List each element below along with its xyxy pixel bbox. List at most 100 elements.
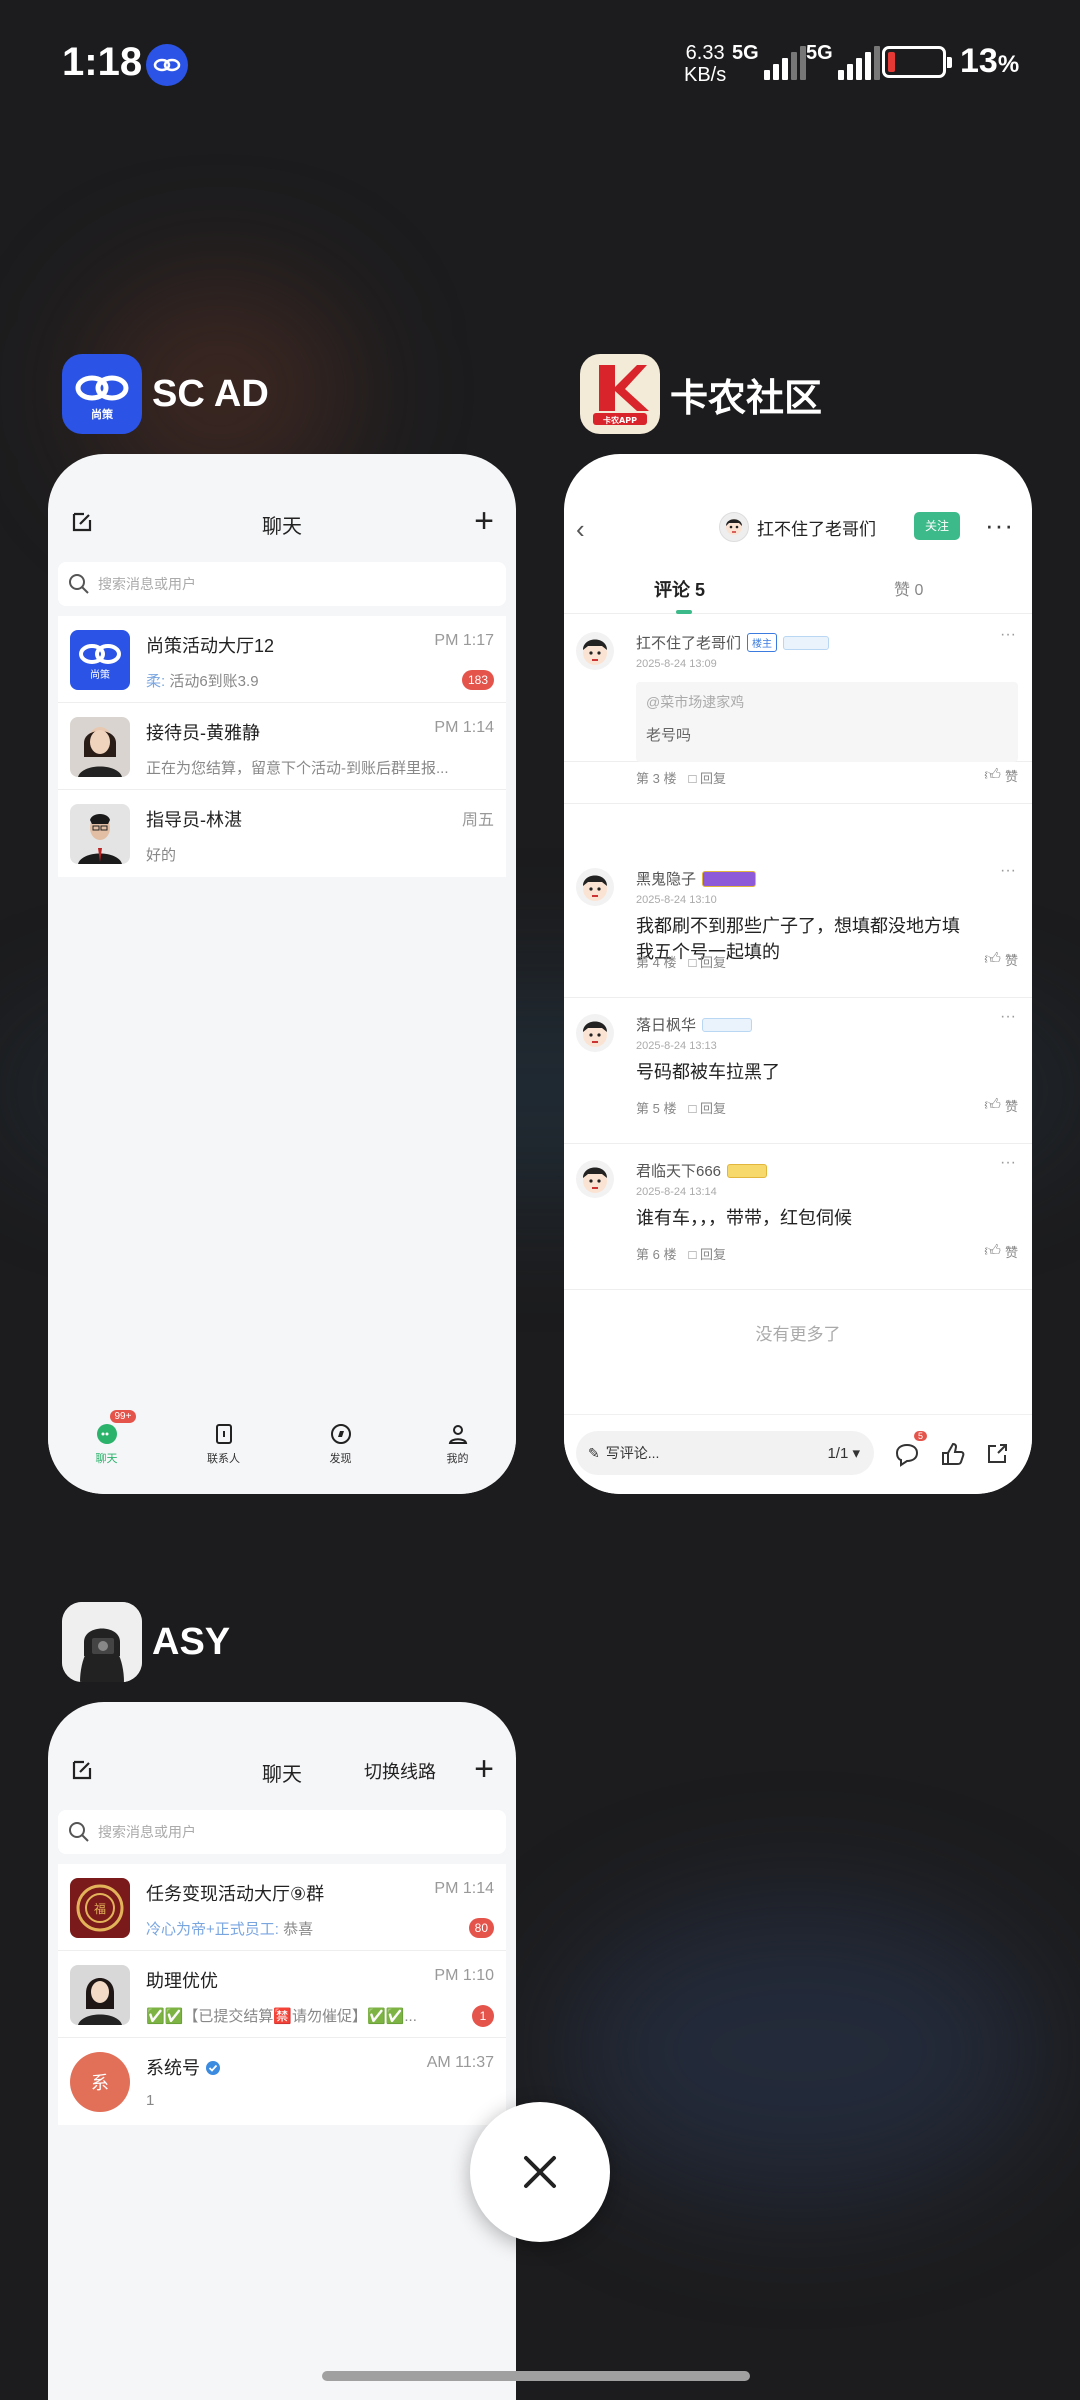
chat-list-item[interactable]: 指导员-林湛 周五 好的 <box>58 790 506 877</box>
back-icon[interactable]: ‹ <box>576 514 585 545</box>
pencil-icon: ✎ <box>588 1444 600 1461</box>
reply-button[interactable]: □ 回复 <box>688 1244 725 1263</box>
preview-sender: 柔: <box>146 673 166 690</box>
comment-date: 2025-8-24 13:14 <box>636 1186 717 1198</box>
sim2-network-type: 5G <box>806 42 833 64</box>
more-icon[interactable]: ··· <box>985 510 1014 541</box>
tab-comments[interactable]: 评论 5 <box>654 576 705 614</box>
signal-icon-sim2: 5G <box>806 42 880 80</box>
app-label-kanong[interactable]: 卡农APP 卡农社区 <box>580 354 822 434</box>
comment-date: 2025-8-24 13:10 <box>636 894 717 906</box>
network-speed-unit: KB/s <box>684 64 727 86</box>
comment-count-badge: 5 <box>914 1431 928 1441</box>
like-button[interactable]: 👍︎ 赞 <box>984 950 1018 969</box>
switch-line-button[interactable]: 切换线路 <box>364 1758 436 1784</box>
tab-contacts[interactable]: 联系人 <box>189 1422 259 1494</box>
comment-floor: 第 6 楼 <box>636 1247 677 1262</box>
author-name: 扛不住了老哥们 <box>757 519 876 539</box>
compass-icon <box>330 1424 351 1444</box>
chat-list-item[interactable]: 尚策 尚策活动大厅12 PM 1:17 柔: 活动6到账3.9 183 <box>58 616 506 703</box>
commenter-avatar <box>576 1014 614 1052</box>
comment-more-icon[interactable]: ··· <box>1000 626 1016 644</box>
write-comment-input[interactable]: ✎ 写评论... 1/1 ▾ <box>576 1431 874 1475</box>
comment-more-icon[interactable]: ··· <box>1000 1008 1016 1026</box>
tab-badge: 99+ <box>109 1410 137 1423</box>
app-card-kanong[interactable]: ‹ 扛不住了老哥们 关注 ··· 评论 5 赞 0 扛不住了老哥们 楼主 2025… <box>564 454 1032 1494</box>
chat-name: 指导员-林湛 <box>146 810 242 830</box>
level-badge <box>783 635 830 650</box>
tab-label: 聊天 <box>95 1453 118 1465</box>
battery-percent-unit: % <box>997 51 1020 78</box>
page-number: 1/1 <box>827 1445 849 1462</box>
app-label-asy[interactable]: ASY <box>62 1602 230 1682</box>
comment-more-icon[interactable]: ··· <box>1000 862 1016 880</box>
chat-preview: ✅✅【已提交结算🈲请勿催促】✅✅... <box>146 2008 417 2025</box>
post-header: ‹ 扛不住了老哥们 关注 ··· <box>564 454 1032 564</box>
search-icon <box>69 574 89 594</box>
chat-time: AM 11:37 <box>426 2054 494 2071</box>
kanong-icon-text: 卡农APP <box>603 415 637 425</box>
svg-text:尚策: 尚策 <box>91 407 114 421</box>
comment-more-icon[interactable]: ··· <box>1000 1154 1016 1172</box>
chat-name: 任务变现活动大厅⑨群 <box>146 1884 325 1904</box>
chat-list-item[interactable]: 福 任务变现活动大厅⑨群 PM 1:14 冷心为帝+正式员工: 恭喜 80 <box>58 1864 506 1951</box>
commenter-name-text: 扛不住了老哥们 <box>636 635 742 652</box>
bottom-tab-bar: 99+ 聊天 联系人 发现 我的 <box>48 1404 516 1494</box>
avatar-initial: 系 <box>91 2073 109 2093</box>
reply-button[interactable]: □ 回复 <box>688 952 725 971</box>
comment-item: 落日枫华 2025-8-24 13:13 ··· 号码都被车拉黑了 第 5 楼 □… <box>564 998 1032 1144</box>
home-indicator[interactable] <box>322 2371 750 2381</box>
like-button[interactable]: 👍︎ 赞 <box>984 1242 1018 1261</box>
chat-name: 系统号 <box>146 2054 221 2080</box>
unread-badge: 183 <box>461 670 494 690</box>
comment-toolbar: ✎ 写评论... 1/1 ▾ 5 <box>564 1414 1032 1494</box>
page-indicator[interactable]: 1/1 ▾ <box>827 1444 860 1462</box>
comment-icon[interactable] <box>894 1441 920 1467</box>
reply-label: 回复 <box>699 1101 726 1116</box>
app-name: 卡农社区 <box>670 377 823 420</box>
profile-icon <box>448 1425 467 1444</box>
chat-preview: 正在为您结算，留意下个活动-到账后群里报... <box>146 760 449 777</box>
app-card-asy[interactable]: 聊天 切换线路 + 搜索消息或用户 福 任务变现活动大厅⑨群 PM 1:14 冷… <box>48 1702 516 2400</box>
like-button[interactable]: 👍︎ 赞 <box>984 1096 1018 1115</box>
svg-text:尚策: 尚策 <box>90 668 110 681</box>
add-icon[interactable]: + <box>474 504 494 538</box>
commenter-name: 落日枫华 <box>636 1014 753 1035</box>
close-all-button[interactable] <box>470 2102 610 2242</box>
post-author[interactable]: 扛不住了老哥们 <box>719 512 876 542</box>
chat-preview: 好的 <box>146 847 177 864</box>
asy-app-icon <box>62 1602 142 1682</box>
chat-icon <box>96 1424 117 1444</box>
chat-list-item[interactable]: 系 系统号 AM 11:37 1 <box>58 2038 506 2125</box>
chat-list-item[interactable]: 接待员-黄雅静 PM 1:14 正在为您结算，留意下个活动-到账后群里报... <box>58 703 506 790</box>
scad-app-icon: 尚策 <box>62 354 142 434</box>
tab-label: 联系人 <box>207 1453 240 1465</box>
chat-time: PM 1:14 <box>434 1880 494 1897</box>
tab-me[interactable]: 我的 <box>423 1422 493 1494</box>
add-icon[interactable]: + <box>474 1752 494 1786</box>
reply-button[interactable]: □ 回复 <box>688 768 725 787</box>
tab-chat[interactable]: 99+ 聊天 <box>72 1410 142 1494</box>
like-button[interactable]: 👍︎ 赞 <box>984 766 1018 785</box>
chat-list-item[interactable]: 助理优优 PM 1:10 ✅✅【已提交结算🈲请勿催促】✅✅... 1 <box>58 1951 506 2038</box>
thumbs-up-icon[interactable] <box>940 1441 966 1467</box>
reply-button[interactable]: □ 回复 <box>688 1098 725 1117</box>
app-label-scad[interactable]: 尚策 SC AD <box>62 354 269 434</box>
tab-discover[interactable]: 发现 <box>306 1422 376 1494</box>
level-badge <box>727 1163 768 1178</box>
comment-meta: 第 3 楼 □ 回复 <box>636 768 726 787</box>
quoted-comment[interactable]: @菜市场逮家鸡 老号吗 <box>636 682 1018 762</box>
follow-button[interactable]: 关注 <box>914 512 960 540</box>
tab-likes[interactable]: 赞 0 <box>894 576 923 600</box>
commenter-avatar <box>576 868 614 906</box>
app-card-scad[interactable]: 聊天 + 搜索消息或用户 尚策 尚策活动大厅12 PM 1:17 柔: 活动6到… <box>48 454 516 1494</box>
search-input[interactable]: 搜索消息或用户 <box>58 562 506 606</box>
thumbs-up-icon: 👍︎ <box>984 951 1001 968</box>
battery-level <box>888 52 895 72</box>
share-icon[interactable] <box>984 1441 1010 1467</box>
comment-meta: 第 5 楼 □ 回复 <box>636 1098 726 1117</box>
commenter-name: 君临天下666 <box>636 1160 768 1181</box>
search-input[interactable]: 搜索消息或用户 <box>58 1810 506 1854</box>
chat-name: 接待员-黄雅静 <box>146 723 260 743</box>
commenter-avatar <box>576 632 614 670</box>
